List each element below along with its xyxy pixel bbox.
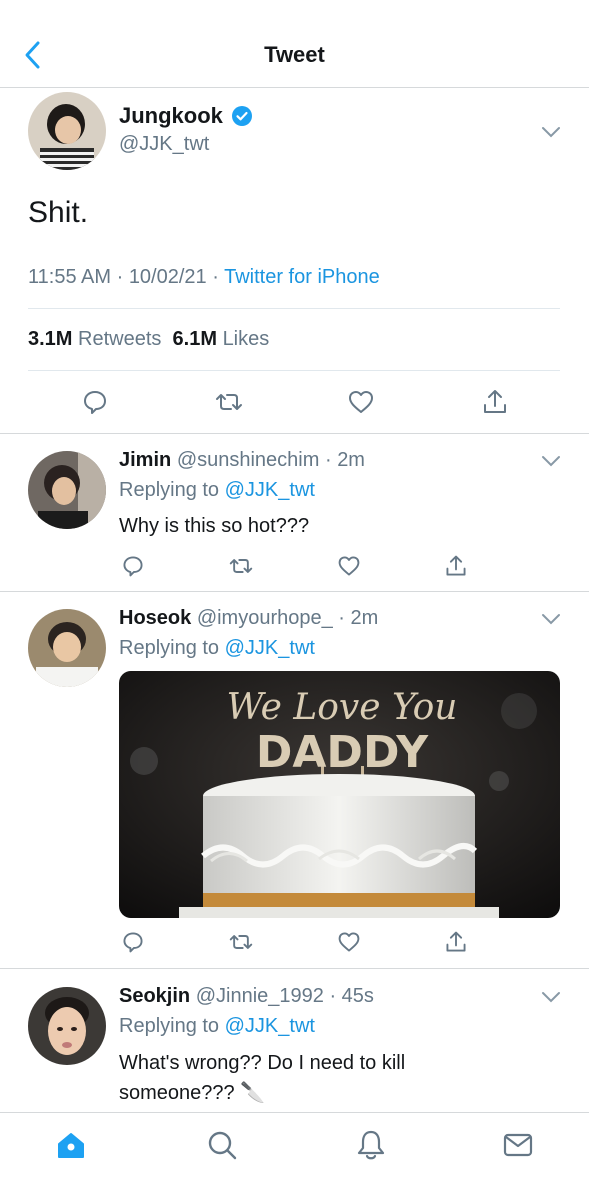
- heart-icon: [338, 556, 360, 576]
- author-name[interactable]: Jungkook: [119, 103, 223, 129]
- reply-button[interactable]: [121, 930, 145, 954]
- share-button[interactable]: [444, 930, 468, 954]
- reply-author-name[interactable]: Jimin: [119, 449, 171, 471]
- reply-button[interactable]: [121, 554, 145, 578]
- reply-time: 45s: [341, 985, 374, 1007]
- retweet-icon: [229, 935, 253, 949]
- reply-header: Seokjin @Jinnie_1992 · 45s: [119, 985, 374, 1007]
- reply-icon: [123, 932, 143, 953]
- avatar-jimin[interactable]: [28, 451, 106, 529]
- divider: [28, 308, 560, 309]
- reply-time: 2m: [337, 449, 365, 471]
- retweet-button[interactable]: [229, 554, 253, 578]
- reply-header: Hoseok @imyourhope_ · 2m: [119, 607, 379, 629]
- messages-icon[interactable]: [502, 1129, 534, 1161]
- avatar-seokjin[interactable]: [28, 987, 106, 1065]
- chevron-down-icon[interactable]: [541, 126, 561, 138]
- reply-author-name[interactable]: Seokjin: [119, 985, 190, 1007]
- retweet-button[interactable]: [215, 388, 243, 416]
- cake-topper-line1: We Love You: [227, 687, 458, 728]
- share-icon: [484, 390, 506, 413]
- reply-author-handle[interactable]: @Jinnie_1992: [196, 985, 324, 1007]
- replying-to-label: Replying to: [119, 1015, 220, 1037]
- reply-button[interactable]: [81, 388, 109, 416]
- chevron-down-icon[interactable]: [541, 991, 561, 1003]
- verified-badge-icon: [232, 106, 252, 126]
- heart-icon: [349, 391, 373, 413]
- retweets-label[interactable]: Retweets: [78, 328, 161, 350]
- replying-to: Replying to @JJK_twt: [119, 479, 315, 502]
- replying-to-label: Replying to: [119, 637, 220, 659]
- reply-header: Jimin @sunshinechim · 2m: [119, 449, 365, 471]
- avatar-hoseok[interactable]: [28, 609, 106, 687]
- tweet-source[interactable]: Twitter for iPhone: [224, 266, 380, 288]
- page-title: Tweet: [264, 42, 325, 67]
- cake-topper-line2: DADDY: [256, 727, 429, 778]
- divider: [0, 433, 589, 434]
- replying-to: Replying to @JJK_twt: [119, 637, 315, 660]
- like-button[interactable]: [337, 554, 361, 578]
- tweet-text: Shit.: [28, 196, 89, 229]
- avatar-jungkook[interactable]: [28, 92, 106, 170]
- replying-to-mention[interactable]: @JJK_twt: [225, 1015, 315, 1037]
- replying-to-mention[interactable]: @JJK_twt: [225, 637, 315, 659]
- reply-icon: [123, 556, 143, 577]
- chevron-down-icon[interactable]: [541, 613, 561, 625]
- reply-author-handle[interactable]: @sunshinechim: [177, 449, 320, 471]
- retweet-icon: [229, 559, 253, 573]
- reply-text: Why is this so hot???: [119, 515, 310, 537]
- retweets-count[interactable]: 3.1M: [28, 328, 72, 350]
- notifications-icon[interactable]: [355, 1129, 387, 1161]
- retweet-button[interactable]: [229, 930, 253, 954]
- replying-to-label: Replying to: [119, 479, 220, 501]
- like-button[interactable]: [347, 388, 375, 416]
- likes-count[interactable]: 6.1M: [173, 328, 217, 350]
- reply-author-name[interactable]: Hoseok: [119, 607, 191, 629]
- like-button[interactable]: [337, 930, 361, 954]
- heart-icon: [338, 932, 360, 952]
- likes-label[interactable]: Likes: [223, 328, 270, 350]
- divider: [28, 370, 560, 371]
- author-handle[interactable]: @JJK_twt: [119, 133, 209, 156]
- replying-to: Replying to @JJK_twt: [119, 1015, 315, 1038]
- share-icon: [446, 931, 466, 952]
- retweet-icon: [216, 394, 242, 410]
- replying-to-mention[interactable]: @JJK_twt: [225, 479, 315, 501]
- divider: [0, 591, 589, 592]
- tweet-meta: 11:55 AM · 10/02/21 · Twitter for iPhone: [28, 266, 380, 288]
- reply-icon: [84, 391, 106, 414]
- tweet-time: 11:55 AM: [28, 266, 112, 288]
- search-icon[interactable]: [206, 1129, 238, 1161]
- tweet-stats: 3.1M Retweets 6.1M Likes: [28, 328, 269, 351]
- divider: [0, 968, 589, 969]
- top-nav-bar: Tweet: [0, 0, 589, 88]
- reply-time: 2m: [350, 607, 379, 629]
- reply-author-handle[interactable]: @imyourhope_: [197, 607, 333, 629]
- attached-image-cake[interactable]: We Love You DADDY: [119, 671, 560, 918]
- chevron-down-icon[interactable]: [541, 455, 561, 467]
- bottom-tab-bar: [0, 1112, 589, 1200]
- reply-text: What's wrong?? Do I need to kill someone…: [119, 1052, 406, 1104]
- share-button[interactable]: [444, 554, 468, 578]
- share-icon: [446, 555, 466, 576]
- share-button[interactable]: [481, 388, 509, 416]
- home-icon[interactable]: [55, 1129, 87, 1161]
- tweet-date: 10/02/21: [128, 266, 207, 288]
